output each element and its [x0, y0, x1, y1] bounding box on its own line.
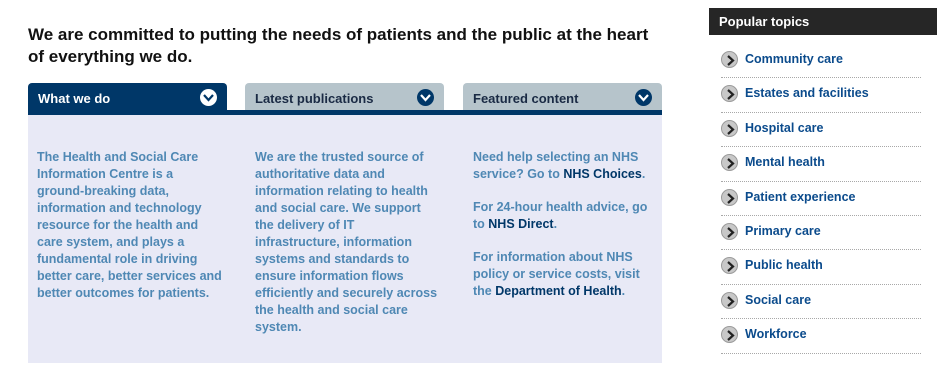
chevron-down-icon — [635, 89, 652, 106]
topic-label: Mental health — [745, 155, 825, 170]
tab-featured-content[interactable]: Featured content — [463, 83, 662, 113]
topic-label: Estates and facilities — [745, 86, 869, 101]
topic-label: Hospital care — [745, 120, 824, 135]
popular-topics-sidebar: Popular topics Community care Estates and… — [709, 8, 937, 354]
sidebar-topic-link[interactable]: Patient experience — [721, 182, 921, 216]
topic-label: Primary care — [745, 223, 821, 238]
chevron-right-icon — [721, 188, 738, 206]
tab-what-we-do[interactable]: What we do — [28, 83, 227, 113]
tab-label: Featured content — [473, 91, 579, 106]
chevron-right-icon — [721, 222, 738, 240]
featured-department-of-health: For information about NHS policy or serv… — [473, 249, 658, 300]
featured-punct: . — [621, 284, 626, 298]
topic-label: Social care — [745, 292, 812, 307]
featured-punct: . — [641, 167, 646, 181]
chevron-right-icon — [721, 257, 738, 275]
featured-punct: . — [553, 217, 558, 231]
featured-nhs-choices: Need help selecting an NHS service? Go t… — [473, 149, 658, 183]
sidebar-topic-link[interactable]: Public health — [721, 250, 921, 285]
featured-content-column: Need help selecting an NHS service? Go t… — [473, 149, 658, 316]
chevron-right-icon — [721, 291, 738, 309]
topic-label: Public health — [745, 258, 823, 273]
publications-text: We are the trusted source of authoritati… — [255, 150, 438, 334]
page-headline: We are committed to putting the needs of… — [28, 25, 649, 66]
sidebar-topic-link[interactable]: Social care — [721, 285, 921, 320]
chevron-right-icon — [721, 51, 738, 68]
tab-label: What we do — [38, 91, 111, 106]
sidebar-topic-link[interactable]: Workforce — [721, 319, 921, 354]
chevron-right-icon — [721, 85, 738, 103]
chevron-right-icon — [721, 326, 738, 344]
featured-nhs-direct: For 24-hour health advice, go to NHS Dir… — [473, 199, 658, 233]
sidebar-topic-link[interactable]: Primary care — [721, 216, 921, 251]
chevron-down-icon — [200, 89, 217, 106]
sidebar-topic-link[interactable]: Estates and facilities — [721, 78, 921, 113]
department-of-health-link[interactable]: Department of Health — [495, 284, 621, 298]
topic-label: Workforce — [745, 327, 807, 342]
topic-label: Community care — [745, 52, 843, 66]
content-tabs: What we do Latest publications Featured … — [28, 83, 662, 113]
sidebar-topic-link[interactable]: Mental health — [721, 147, 921, 182]
popular-topics-title: Popular topics — [709, 8, 937, 35]
topic-label: Patient experience — [745, 189, 856, 204]
chevron-right-icon — [721, 119, 738, 137]
what-we-do-text: The Health and Social Care Information C… — [37, 150, 222, 300]
chevron-down-icon — [417, 89, 434, 106]
tab-latest-publications[interactable]: Latest publications — [245, 83, 444, 113]
sidebar-topic-link[interactable]: Community care — [721, 44, 921, 79]
tab-content-panel: The Health and Social Care Information C… — [28, 115, 662, 363]
nhs-choices-link[interactable]: NHS Choices — [563, 167, 642, 181]
nhs-direct-link[interactable]: NHS Direct — [488, 217, 553, 231]
sidebar-topic-link[interactable]: Hospital care — [721, 113, 921, 148]
tab-label: Latest publications — [255, 91, 374, 106]
chevron-right-icon — [721, 154, 738, 172]
topic-list: Community care Estates and facilities Hosp… — [709, 35, 937, 354]
